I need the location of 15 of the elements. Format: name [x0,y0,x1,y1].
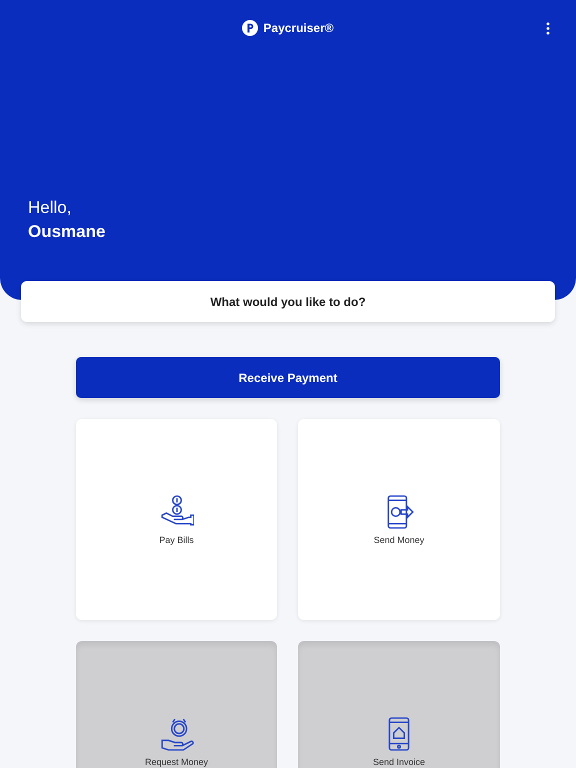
action-label: Send Invoice [372,756,426,766]
action-label: Request Money [144,756,208,766]
receive-payment-button[interactable]: Receive Payment [76,357,500,398]
logo-icon [242,20,258,36]
greeting-text: Hello, [28,198,72,218]
action-tile[interactable]: Send Money [298,419,500,620]
more-options-icon[interactable] [546,22,550,35]
user-name: Ousmane [28,222,106,242]
hand-coin-icon [160,716,194,750]
prompt-card: What would you like to do? [21,281,555,322]
app-name: Paycruiser® [263,21,334,35]
hand-coins-icon [160,494,194,528]
action-label: Send Money [374,534,424,544]
action-label: Pay Bills [159,534,194,544]
action-tile[interactable]: Pay Bills [76,419,277,620]
